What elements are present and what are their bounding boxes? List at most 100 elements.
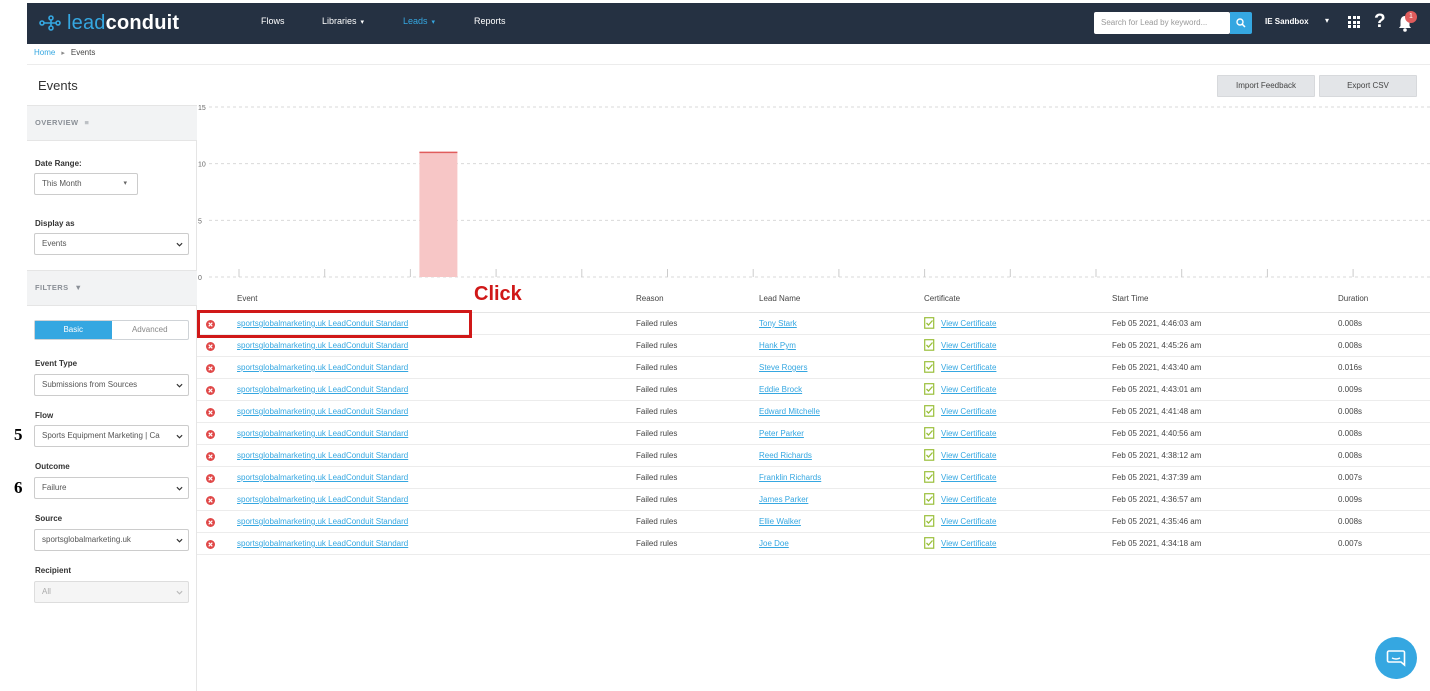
nav-libraries-label: Libraries: [322, 16, 357, 26]
event-link[interactable]: sportsglobalmarketing.uk LeadConduit Sta…: [237, 407, 408, 416]
source-select[interactable]: sportsglobalmarketing.uk: [34, 529, 189, 551]
event-link[interactable]: sportsglobalmarketing.uk LeadConduit Sta…: [237, 473, 408, 482]
lead-name-link[interactable]: James Parker: [759, 495, 808, 504]
col-event[interactable]: Event: [237, 294, 257, 303]
breadcrumb-current: Events: [70, 48, 96, 57]
start-time-cell: Feb 05 2021, 4:43:01 am: [1112, 385, 1202, 394]
table-row[interactable]: sportsglobalmarketing.uk LeadConduit Sta…: [197, 445, 1430, 467]
duration-cell: 0.008s: [1338, 451, 1363, 460]
apps-grid-icon[interactable]: [1348, 16, 1360, 28]
view-certificate-link[interactable]: View Certificate: [941, 429, 996, 438]
view-certificate-link[interactable]: View Certificate: [941, 451, 996, 460]
error-icon: [206, 452, 215, 461]
view-certificate-link[interactable]: View Certificate: [941, 407, 996, 416]
col-lead-name[interactable]: Lead Name: [759, 294, 800, 303]
table-row[interactable]: sportsglobalmarketing.uk LeadConduit Sta…: [197, 357, 1430, 379]
event-link[interactable]: sportsglobalmarketing.uk LeadConduit Sta…: [237, 539, 408, 548]
chevron-down-icon: [176, 383, 183, 388]
start-time-cell: Feb 05 2021, 4:35:46 am: [1112, 517, 1202, 526]
certificate-icon: [924, 405, 935, 417]
chat-launcher-button[interactable]: [1375, 637, 1417, 679]
view-certificate-link[interactable]: View Certificate: [941, 363, 996, 372]
duration-cell: 0.008s: [1338, 407, 1363, 416]
event-link[interactable]: sportsglobalmarketing.uk LeadConduit Sta…: [237, 495, 408, 504]
view-certificate-link[interactable]: View Certificate: [941, 341, 996, 350]
event-link[interactable]: sportsglobalmarketing.uk LeadConduit Sta…: [237, 363, 408, 372]
event-link[interactable]: sportsglobalmarketing.uk LeadConduit Sta…: [237, 385, 408, 394]
nav-leads-label: Leads: [403, 16, 428, 26]
reason-cell: Failed rules: [636, 517, 678, 526]
search-button[interactable]: [1230, 12, 1252, 34]
col-duration[interactable]: Duration: [1338, 294, 1368, 303]
view-certificate-link[interactable]: View Certificate: [941, 539, 996, 548]
lead-name-link[interactable]: Edward Mitchelle: [759, 407, 820, 416]
nav-libraries[interactable]: Libraries ▾: [322, 16, 364, 26]
certificate-icon: [924, 449, 935, 461]
nav-leads[interactable]: Leads ▾: [403, 16, 435, 26]
table-row[interactable]: sportsglobalmarketing.uk LeadConduit Sta…: [197, 423, 1430, 445]
event-link[interactable]: sportsglobalmarketing.uk LeadConduit Sta…: [237, 429, 408, 438]
nav-reports-label: Reports: [474, 16, 506, 26]
col-certificate[interactable]: Certificate: [924, 294, 960, 303]
table-row[interactable]: sportsglobalmarketing.uk LeadConduit Sta…: [197, 335, 1430, 357]
help-icon[interactable]: ?: [1374, 11, 1386, 33]
search-icon: [1236, 18, 1246, 28]
lead-name-link[interactable]: Joe Doe: [759, 539, 789, 548]
event-link[interactable]: sportsglobalmarketing.uk LeadConduit Sta…: [237, 341, 408, 350]
event-link[interactable]: sportsglobalmarketing.uk LeadConduit Sta…: [237, 517, 408, 526]
duration-cell: 0.008s: [1338, 517, 1363, 526]
lead-name-link[interactable]: Eddie Brock: [759, 385, 802, 394]
error-icon: [206, 408, 215, 417]
lead-name-link[interactable]: Tony Stark: [759, 319, 797, 328]
app-window: leadconduit Flows Libraries ▾ Leads ▾ Repo…: [27, 3, 1430, 691]
recipient-select[interactable]: All: [34, 581, 189, 603]
filter-funnel-icon: ▼: [74, 283, 83, 292]
breadcrumb-home[interactable]: Home: [34, 48, 55, 57]
advanced-tab[interactable]: Advanced: [112, 321, 189, 339]
date-range-select[interactable]: This Month ▾: [34, 173, 138, 195]
start-time-cell: Feb 05 2021, 4:36:57 am: [1112, 495, 1202, 504]
event-type-select[interactable]: Submissions from Sources: [34, 374, 189, 396]
table-row[interactable]: sportsglobalmarketing.uk LeadConduit Sta…: [197, 401, 1430, 423]
lead-name-link[interactable]: Reed Richards: [759, 451, 812, 460]
view-certificate-link[interactable]: View Certificate: [941, 495, 996, 504]
col-start-time[interactable]: Start Time: [1112, 294, 1148, 303]
table-row[interactable]: sportsglobalmarketing.uk LeadConduit Sta…: [197, 489, 1430, 511]
outcome-label: Outcome: [35, 462, 70, 471]
view-certificate-link[interactable]: View Certificate: [941, 473, 996, 482]
account-menu-caret-icon[interactable]: ▾: [1325, 16, 1329, 25]
account-name[interactable]: IE Sandbox: [1265, 17, 1309, 26]
table-row[interactable]: sportsglobalmarketing.uk LeadConduit Sta…: [197, 379, 1430, 401]
table-body: sportsglobalmarketing.uk LeadConduit Sta…: [197, 313, 1430, 555]
event-link[interactable]: sportsglobalmarketing.uk LeadConduit Sta…: [237, 451, 408, 460]
basic-tab[interactable]: Basic: [35, 321, 112, 339]
col-reason[interactable]: Reason: [636, 294, 664, 303]
reason-cell: Failed rules: [636, 495, 678, 504]
view-certificate-link[interactable]: View Certificate: [941, 319, 996, 328]
table-row[interactable]: sportsglobalmarketing.uk LeadConduit Sta…: [197, 511, 1430, 533]
date-range-label: Date Range:: [35, 159, 82, 168]
lead-name-link[interactable]: Steve Rogers: [759, 363, 807, 372]
error-icon: [206, 342, 215, 351]
view-certificate-link[interactable]: View Certificate: [941, 385, 996, 394]
events-bar-chart: 0 5 10 15: [198, 105, 1430, 281]
search-input[interactable]: Search for Lead by keyword...: [1094, 12, 1230, 34]
view-certificate-link[interactable]: View Certificate: [941, 517, 996, 526]
nav-flows[interactable]: Flows: [261, 16, 285, 26]
export-csv-button[interactable]: Export CSV: [1319, 75, 1417, 97]
display-as-select[interactable]: Events: [34, 233, 189, 255]
logo[interactable]: leadconduit: [39, 12, 179, 34]
table-row[interactable]: sportsglobalmarketing.uk LeadConduit Sta…: [197, 467, 1430, 489]
chart-bar[interactable]: [419, 152, 458, 277]
lead-name-link[interactable]: Peter Parker: [759, 429, 804, 438]
lead-name-link[interactable]: Hank Pym: [759, 341, 796, 350]
overview-header[interactable]: OVERVIEW ≡: [27, 105, 197, 141]
outcome-select[interactable]: Failure: [34, 477, 189, 499]
lead-name-link[interactable]: Ellie Walker: [759, 517, 801, 526]
import-feedback-button[interactable]: Import Feedback: [1217, 75, 1315, 97]
lead-name-link[interactable]: Franklin Richards: [759, 473, 821, 482]
filters-header: FILTERS ▼: [27, 270, 197, 306]
flow-select[interactable]: Sports Equipment Marketing | Ca: [34, 425, 189, 447]
nav-reports[interactable]: Reports: [474, 16, 506, 26]
table-row[interactable]: sportsglobalmarketing.uk LeadConduit Sta…: [197, 533, 1430, 555]
